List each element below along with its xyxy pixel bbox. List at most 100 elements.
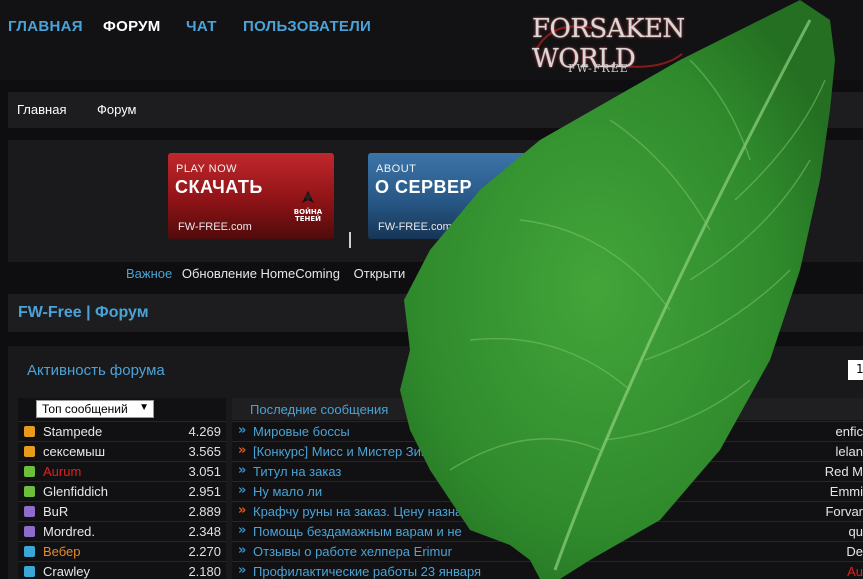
nav-users[interactable]: ПОЛЬЗОВАТЕЛИ (243, 18, 371, 35)
post-row: » Титул на заказ Red M (232, 461, 863, 481)
game-badge-label: ВОЙНА ТЕНЕЙ (293, 208, 323, 223)
user-post-count: 2.951 (188, 484, 221, 499)
user-post-count: 2.180 (188, 564, 221, 579)
double-chevron-right-icon: » (238, 523, 247, 538)
post-author[interactable]: Emmi (830, 484, 863, 499)
logo-subtitle: FW-FREE (568, 62, 629, 75)
user-name[interactable]: Вебер (43, 544, 81, 559)
post-title[interactable]: [Конкурс] Мисс и Мистер Зима (253, 444, 437, 459)
double-chevron-right-icon: » (238, 503, 247, 518)
breadcrumb-forum[interactable]: Форум (97, 102, 137, 117)
post-author[interactable]: Forvar (825, 504, 863, 519)
news-ticker: Важное Обновление HomeComing Открыти (126, 266, 415, 281)
download-banner-kicker: PLAY NOW (176, 163, 238, 175)
ticker-item[interactable]: Открыти (354, 266, 406, 281)
double-chevron-right-icon: » (238, 543, 247, 558)
rank-icon (24, 526, 35, 537)
banner-divider (349, 232, 351, 248)
post-author[interactable]: enfic (836, 424, 863, 439)
user-post-count: 4.269 (188, 424, 221, 439)
post-row: » Мировые боссы enfic (232, 421, 863, 441)
user-post-count: 2.270 (188, 544, 221, 559)
download-banner-site: FW-FREE.com (178, 221, 252, 233)
double-chevron-right-icon: » (238, 423, 247, 438)
download-banner-title: СКАЧАТЬ (175, 177, 263, 197)
user-row: Aurum 3.051 (18, 461, 226, 481)
about-banner[interactable]: ABOUT О СЕРВЕР FW-FREE.com (368, 153, 534, 239)
rank-icon (24, 546, 35, 557)
page-title[interactable]: FW-Free | Форум (18, 304, 149, 322)
nav-forum[interactable]: ФОРУМ (103, 18, 161, 35)
user-name[interactable]: Aurum (43, 464, 81, 479)
ticker-label: Важное (126, 266, 173, 281)
post-author[interactable]: lelan (836, 444, 863, 459)
user-name[interactable]: Crawley (43, 564, 90, 579)
posts-tabs: Последние сообщения П (232, 398, 863, 420)
double-chevron-right-icon: » (238, 463, 247, 478)
double-chevron-right-icon: » (238, 483, 247, 498)
tab-second[interactable]: П (411, 402, 420, 417)
game-badge-icon: ВОЙНА ТЕНЕЙ (288, 189, 328, 223)
rank-icon (24, 506, 35, 517)
post-author[interactable]: Red M (825, 464, 863, 479)
breadcrumb-home[interactable]: Главная (17, 102, 66, 117)
rank-icon (24, 486, 35, 497)
user-row: Mordred. 2.348 (18, 521, 226, 541)
site-logo[interactable]: FORSAKEN WORLD FW-FREE (532, 10, 692, 80)
rank-icon (24, 446, 35, 457)
post-title[interactable]: Титул на заказ (253, 464, 341, 479)
nav-chat[interactable]: ЧАТ (186, 18, 217, 35)
user-row: Glenfiddich 2.951 (18, 481, 226, 501)
download-banner[interactable]: PLAY NOW СКАЧАТЬ FW-FREE.com ВОЙНА ТЕНЕЙ (168, 153, 334, 239)
user-post-count: 2.889 (188, 504, 221, 519)
post-row: » Профилактические работы 23 января Au (232, 561, 863, 579)
about-banner-kicker: ABOUT (376, 163, 417, 175)
nav-home[interactable]: ГЛАВНАЯ (8, 18, 83, 35)
top-navigation: ГЛАВНАЯ ФОРУМ ЧАТ ПОЛЬЗОВАТЕЛИ FORSAKEN … (0, 0, 863, 80)
user-row: BuR 2.889 (18, 501, 226, 521)
user-post-count: 3.051 (188, 464, 221, 479)
rank-icon (24, 566, 35, 577)
breadcrumb: Главная Форум (8, 92, 863, 128)
top-filter-select[interactable]: Топ сообщений ▼ (36, 400, 154, 418)
post-row: » Крафчу руны на заказ. Цену назнач Forvar (232, 501, 863, 521)
post-title[interactable]: Помощь бездамажным варам и не (253, 524, 462, 539)
user-row: Crawley 2.180 (18, 561, 226, 579)
user-post-count: 3.565 (188, 444, 221, 459)
rank-icon (24, 426, 35, 437)
user-name[interactable]: Glenfiddich (43, 484, 108, 499)
about-banner-title: О СЕРВЕР (375, 177, 473, 197)
chevron-down-icon: ▼ (139, 402, 149, 413)
forum-title-bar: FW-Free | Форум (8, 294, 863, 332)
post-title[interactable]: Мировые боссы (253, 424, 350, 439)
banner-area: PLAY NOW СКАЧАТЬ FW-FREE.com ВОЙНА ТЕНЕЙ… (8, 140, 863, 262)
about-banner-site: FW-FREE.com (378, 221, 452, 233)
count-select[interactable]: 10 (848, 360, 863, 380)
post-row: » [Конкурс] Мисс и Мистер Зима lelan (232, 441, 863, 461)
post-title[interactable]: Крафчу руны на заказ. Цену назнач (253, 504, 469, 519)
tab-latest-posts[interactable]: Последние сообщения (250, 402, 388, 417)
user-post-count: 2.348 (188, 524, 221, 539)
double-chevron-right-icon: » (238, 563, 247, 578)
post-row: » Отзывы о работе хелпера Erimur De (232, 541, 863, 561)
top-filter-value: Топ сообщений (42, 402, 128, 416)
rank-icon (24, 466, 35, 477)
post-row: » Помощь бездамажным варам и не qu (232, 521, 863, 541)
ticker-item[interactable]: Обновление HomeComing (182, 266, 340, 281)
user-name[interactable]: сексемыш (43, 444, 105, 459)
activity-heading: Активность форума (27, 362, 165, 379)
user-name[interactable]: Mordred. (43, 524, 95, 539)
post-author[interactable]: De (846, 544, 863, 559)
user-name[interactable]: Stampede (43, 424, 102, 439)
user-name[interactable]: BuR (43, 504, 68, 519)
double-chevron-right-icon: » (238, 443, 247, 458)
post-author[interactable]: qu (849, 524, 863, 539)
user-row: Stampede 4.269 (18, 421, 226, 441)
post-title[interactable]: Профилактические работы 23 января (253, 564, 481, 579)
post-author[interactable]: Au (847, 564, 863, 579)
post-title[interactable]: Отзывы о работе хелпера Erimur (253, 544, 452, 559)
user-row: Вебер 2.270 (18, 541, 226, 561)
user-row: сексемыш 3.565 (18, 441, 226, 461)
post-row: » Ну мало ли Emmi (232, 481, 863, 501)
post-title[interactable]: Ну мало ли (253, 484, 322, 499)
